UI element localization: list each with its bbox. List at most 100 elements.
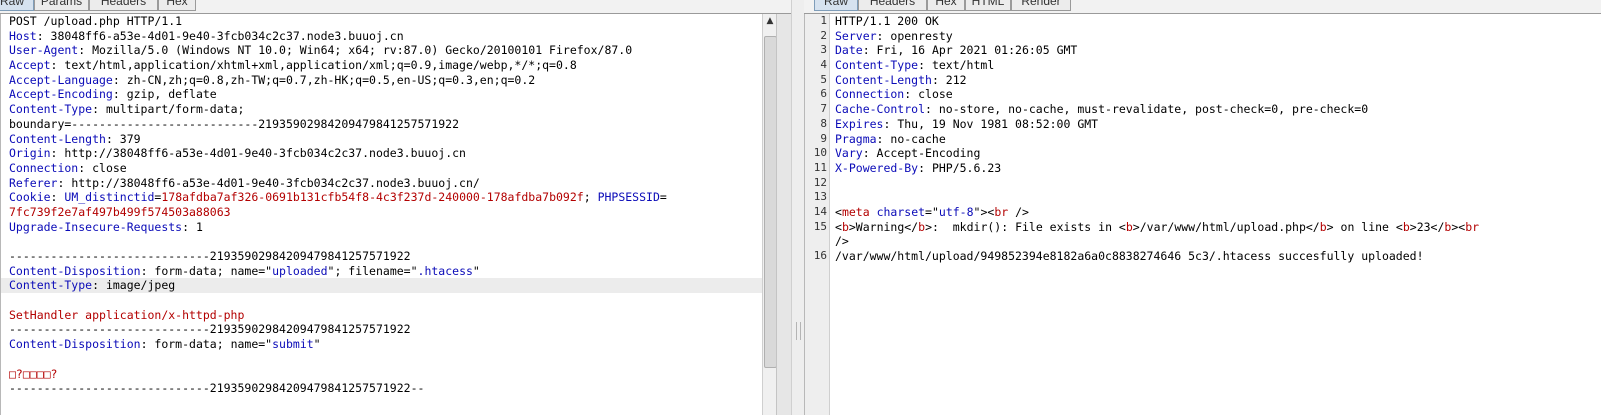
request-token: " [472, 263, 480, 278]
request-token: uploaded [272, 263, 328, 278]
response-line-text: Vary: Accept-Encoding [835, 146, 980, 161]
response-token: >23</ [1409, 219, 1445, 234]
request-side-strip [776, 14, 791, 415]
request-token: PHPSESSID [597, 190, 660, 205]
line-number: 5 [820, 72, 827, 86]
response-token: : no-cache [876, 131, 946, 146]
response-token: HTTP/1.1 200 OK [835, 14, 939, 28]
tab-raw[interactable]: Raw [814, 0, 858, 11]
response-token: >: mkdir(): File exists in < [925, 219, 1126, 234]
request-token: ; [583, 190, 598, 205]
request-editor[interactable]: POST /upload.php HTTP/1.1 Host: 38048ff6-… [0, 14, 763, 415]
request-line: boundary=---------------------------2193… [1, 117, 763, 132]
response-token: > on line < [1326, 219, 1403, 234]
response-line: 14 <meta charset="utf-8"><br /> [805, 205, 1601, 220]
tab-headers[interactable]: Headers [89, 0, 158, 11]
tab-hex[interactable]: Hex [158, 0, 196, 11]
response-editor[interactable]: 1 HTTP/1.1 200 OK 2 Server: openresty 3 Date:… [804, 14, 1601, 415]
request-token: : 38048ff6-a53e-4d01-9e40-3fcb034c2c37.n… [36, 28, 404, 43]
tab-raw[interactable]: Raw [0, 0, 34, 11]
response-line: 11 X-Powered-By: PHP/5.6.23 [805, 161, 1601, 176]
response-line: /> [805, 234, 1601, 249]
response-line-text: /> [835, 234, 849, 249]
line-number: 7 [820, 102, 827, 116]
response-line: 1 HTTP/1.1 200 OK [805, 14, 1601, 29]
line-number: 3 [820, 43, 827, 57]
request-token: : 379 [105, 131, 141, 146]
response-token: : openresty [876, 28, 953, 43]
request-token: Upgrade-Insecure-Requests [9, 219, 183, 234]
request-token: Accept-Language [9, 72, 113, 87]
request-token: : text/html,application/xhtml+xml,applic… [50, 58, 577, 73]
response-token: : Fri, 16 Apr 2021 01:26:05 GMT [862, 43, 1078, 58]
tab-params[interactable]: Params [34, 0, 89, 11]
response-line: 7 Cache-Control: no-store, no-cache, must… [805, 102, 1601, 117]
line-number: 16 [813, 249, 827, 262]
request-token: : image/jpeg [92, 278, 176, 293]
request-token: Origin [9, 146, 51, 161]
response-token: Content-Type [835, 58, 919, 73]
request-tab-bar: Raw Params Headers Hex [0, 0, 791, 14]
request-line: Cookie: UM_distinctid = 178afdba7af326-069… [1, 190, 763, 205]
response-token: meta [841, 204, 870, 219]
line-number: 13 [813, 190, 827, 204]
request-line [1, 352, 763, 367]
response-token: >Warning</ [848, 219, 919, 234]
request-line: Accept-Encoding: gzip, deflate [1, 87, 763, 102]
tab-render[interactable]: Render [1011, 0, 1071, 11]
response-token: : 212 [931, 72, 967, 87]
request-line: Accept-Language: zh-CN,zh;q=0.8,zh-TW;q=… [1, 73, 763, 88]
response-line-text: Cache-Control: no-store, no-cache, must-… [835, 102, 1368, 117]
response-line: 10 Vary: Accept-Encoding [805, 146, 1601, 161]
response-token: charset [876, 204, 926, 219]
response-token: : PHP/5.6.23 [918, 160, 1002, 175]
request-token: -----------------------------21935902984… [9, 322, 411, 337]
response-token: Server [835, 28, 877, 43]
request-scrollbar[interactable]: ▲ [762, 14, 777, 415]
response-token: br [1465, 219, 1480, 234]
line-number: 11 [813, 160, 827, 174]
request-line: Content-Length: 379 [1, 132, 763, 147]
request-token: : [50, 190, 65, 205]
request-token: Content-Disposition [9, 263, 141, 278]
response-token: : Thu, 19 Nov 1981 08:52:00 GMT [883, 116, 1099, 131]
request-token: SetHandler application/x-httpd-php [9, 307, 245, 322]
response-token: br [994, 204, 1009, 219]
response-token: : close [904, 87, 953, 102]
response-line: 15 <b>Warning</b>: mkdir(): File exists i… [805, 220, 1601, 235]
response-line-text: /var/www/html/upload/949852394e8182a6a0c… [835, 249, 1424, 264]
tab-headers[interactable]: Headers [858, 0, 927, 11]
request-token: "; filename=" [327, 263, 418, 278]
response-line: 5 Content-Length: 212 [805, 73, 1601, 88]
response-tab-bar: Raw Headers Hex HTML Render [804, 0, 1601, 14]
response-line: 12 [805, 176, 1601, 191]
request-token: " [313, 337, 321, 352]
request-token: = [659, 190, 667, 205]
scroll-up-arrow-icon[interactable]: ▲ [763, 14, 777, 28]
request-token: boundary=---------------------------2193… [9, 116, 460, 131]
request-token: submit [272, 337, 314, 352]
response-line: 16/var/www/html/upload/949852394e8182a6a… [805, 249, 1601, 264]
request-line: □?□□□□? [1, 367, 763, 382]
request-line: SetHandler application/x-httpd-php [1, 308, 763, 323]
response-token: >< [1451, 219, 1466, 234]
request-line: Content-Type: image/jpeg [1, 278, 763, 294]
request-token: 7fc739f2e7af497b499f574503a88063 [9, 204, 231, 219]
response-token [870, 205, 877, 219]
splitter-grip-icon[interactable] [796, 322, 801, 340]
request-line: User-Agent: Mozilla/5.0 (Windows NT 10.0… [1, 43, 763, 58]
line-number: 9 [820, 131, 827, 145]
request-line: Origin: http://38048ff6-a53e-4d01-9e40-3… [1, 146, 763, 161]
response-line-text: Server: openresty [835, 29, 953, 44]
response-token: Connection [835, 87, 905, 102]
request-token: □?□□□□? [9, 366, 58, 381]
request-token: Connection [9, 160, 79, 175]
request-line: POST /upload.php HTTP/1.1 [1, 14, 763, 29]
request-token: .htacess [417, 263, 473, 278]
request-token: -----------------------------21935902984… [9, 249, 411, 263]
response-token: Cache-Control [835, 102, 926, 117]
tab-hex[interactable]: Hex [927, 0, 965, 11]
request-token: : http://38048ff6-a53e-4d01-9e40-3fcb034… [57, 175, 480, 190]
tab-html[interactable]: HTML [965, 0, 1011, 11]
response-token: Content-Length [835, 72, 932, 87]
